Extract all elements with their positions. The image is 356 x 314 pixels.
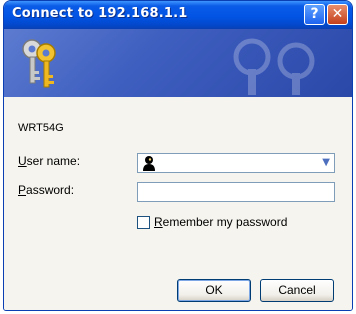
username-combobox[interactable]: ▼: [137, 153, 335, 173]
keys-icon: [22, 39, 56, 88]
device-name: WRT54G: [18, 122, 64, 134]
close-icon: ✕: [331, 6, 344, 22]
remember-password-checkbox[interactable]: [137, 216, 150, 229]
chevron-down-icon[interactable]: ▼: [322, 157, 330, 168]
cancel-button[interactable]: Cancel: [260, 279, 334, 302]
title-bar[interactable]: Connect to 192.168.1.1 ? ✕: [4, 1, 352, 29]
ok-button[interactable]: OK: [177, 279, 251, 302]
username-label: User name:: [18, 154, 81, 168]
dialog-title: Connect to 192.168.1.1: [12, 6, 188, 21]
dialog-content: WRT54G User name: ▼ Password: Remember m…: [4, 97, 352, 310]
login-dialog: Connect to 192.168.1.1 ? ✕ WRT54G User n…: [3, 0, 353, 311]
help-button[interactable]: ?: [304, 4, 325, 25]
banner-watermark-icon: [233, 38, 315, 95]
help-icon: ?: [310, 6, 319, 22]
close-button[interactable]: ✕: [327, 4, 348, 25]
user-icon: [143, 156, 155, 171]
dialog-banner: [4, 29, 352, 97]
remember-password-label[interactable]: Remember my password: [154, 215, 287, 229]
password-label: Password:: [18, 183, 75, 197]
password-field[interactable]: [137, 182, 335, 202]
